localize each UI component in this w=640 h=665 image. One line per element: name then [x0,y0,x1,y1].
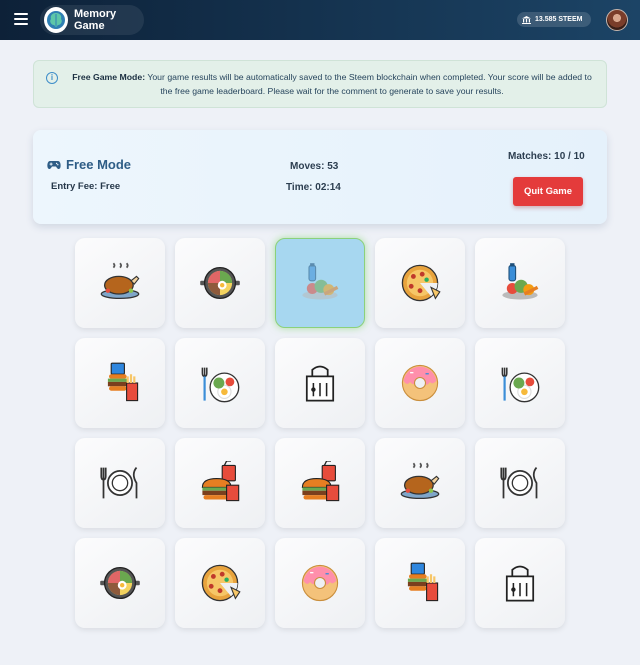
top-bar: Memory Game 13.585 STEEM [0,0,640,40]
app-brand[interactable]: Memory Game [40,5,144,35]
matches-counter: Matches: 10 / 10 [508,151,585,162]
menu-icon[interactable] [14,13,28,25]
fast-food-icon [107,362,139,402]
healthy-food-icon [302,263,339,300]
roast-chicken-icon [400,462,440,500]
info-icon: i [46,72,58,84]
bibimbap-icon [200,266,240,300]
matches-value: 10 / 10 [554,151,585,162]
moves-value: 53 [327,161,339,172]
app-title: Memory Game [74,8,117,32]
wallet-balance-text: 13.585 STEEM [535,16,583,23]
memory-card[interactable] [375,238,465,328]
pizza-icon [201,564,241,602]
burger-combo-icon [301,461,340,502]
matches-label: Matches: [508,151,552,162]
moves-counter: Moves: 53 [290,161,338,172]
gamepad-icon [47,160,61,169]
memory-card[interactable] [275,438,365,528]
notice-text: Free Game Mode: Your game results will b… [72,70,592,98]
plate-cutlery-icon [100,467,138,499]
memory-card[interactable] [275,238,365,328]
time-label: Time: [286,182,313,193]
memory-card[interactable] [175,338,265,428]
notice-message: Your game results will be automatically … [147,72,592,96]
quit-game-button[interactable]: Quit Game [513,177,583,206]
donut-icon [401,364,439,402]
memory-card[interactable] [375,438,465,528]
memory-card[interactable] [175,238,265,328]
fast-food-icon [407,562,439,602]
avatar[interactable] [606,9,628,31]
memory-card[interactable] [175,538,265,628]
breakfast-plate-icon [501,367,540,403]
memory-card[interactable] [275,538,365,628]
moves-label: Moves: [290,161,325,172]
healthy-food-icon [502,263,539,300]
entry-fee: Entry Fee: Free [51,181,121,192]
brain-logo-icon [44,7,68,33]
plate-cutlery-icon [500,467,538,499]
memory-card[interactable] [75,538,165,628]
notice-label: Free Game Mode: [72,72,146,82]
takeaway-bag-icon [505,565,535,602]
bibimbap-icon [100,566,140,600]
time-value: 02:14 [315,182,341,193]
burger-combo-icon [201,461,240,502]
memory-card[interactable] [475,438,565,528]
game-status-panel: Free Mode Entry Fee: Free Moves: 53 Time… [33,130,607,224]
memory-card[interactable] [475,538,565,628]
memory-card[interactable] [75,238,165,328]
memory-card[interactable] [475,238,565,328]
donut-icon [301,564,339,602]
memory-card[interactable] [475,338,565,428]
memory-card[interactable] [375,538,465,628]
memory-card[interactable] [275,338,365,428]
takeaway-bag-icon [305,365,335,402]
time-counter: Time: 02:14 [286,182,341,193]
memory-card[interactable] [75,438,165,528]
memory-card[interactable] [75,338,165,428]
wallet-balance[interactable]: 13.585 STEEM [517,12,591,27]
breakfast-plate-icon [201,367,240,403]
pizza-icon [401,264,441,302]
roast-chicken-icon [100,262,140,300]
mode-label: Free Mode [66,157,132,172]
memory-card[interactable] [175,438,265,528]
mode-title: Free Mode [47,157,131,172]
bank-icon [522,15,531,24]
memory-card[interactable] [375,338,465,428]
free-mode-notice: i Free Game Mode: Your game results will… [33,60,607,108]
